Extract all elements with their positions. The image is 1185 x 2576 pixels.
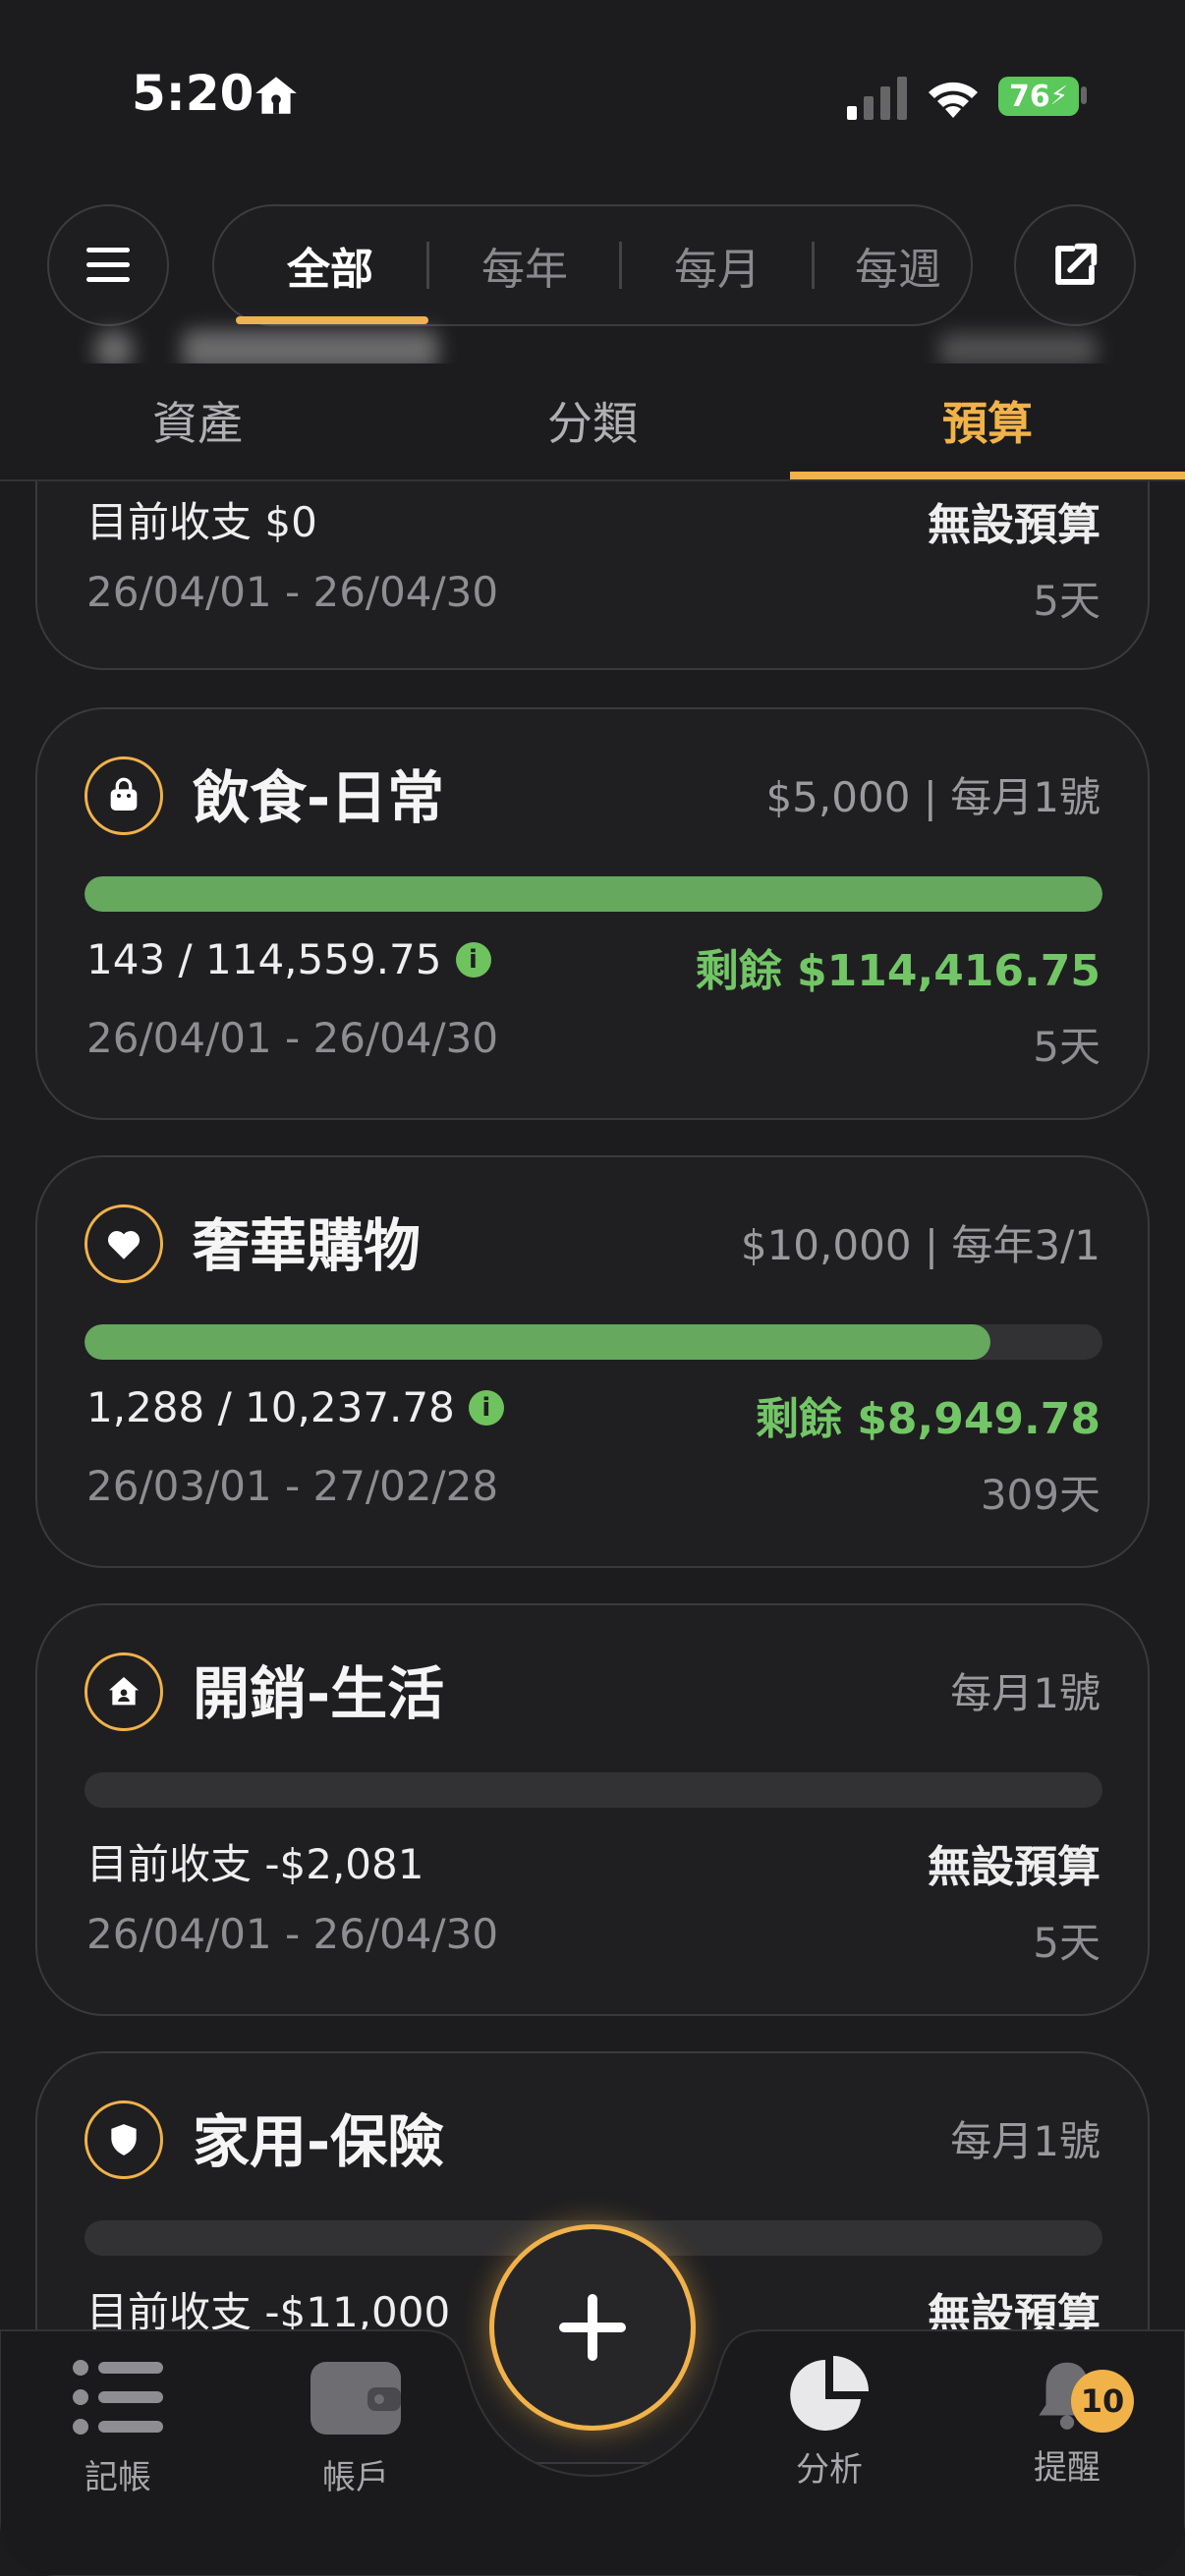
no-budget-label: 無設預算	[928, 1842, 1100, 1892]
nav-reminders-label: 提醒	[1034, 2448, 1100, 2488]
export-button[interactable]	[1014, 204, 1136, 326]
budget-date-range: 26/04/01 - 26/04/30	[86, 568, 499, 616]
budget-title: 家用-保險	[193, 2108, 445, 2175]
battery-level: 76	[1008, 79, 1050, 114]
budget-amount-row: 1,288 / 10,237.78 i	[86, 1383, 504, 1431]
nav-analysis[interactable]: 分析	[731, 2356, 928, 2554]
budget-remaining: 剩餘 $8,949.78	[755, 1394, 1100, 1444]
nav-ledger-label: 記帳	[85, 2458, 151, 2497]
no-budget-label: 無設預算	[928, 500, 1100, 550]
pie-chart-icon	[790, 2356, 869, 2431]
budget-amount: 目前收支 -$2,081	[86, 1840, 424, 1888]
nav-ledger[interactable]: 記帳	[20, 2358, 216, 2554]
menu-button[interactable]	[47, 204, 169, 326]
house-icon	[85, 1652, 163, 1731]
budget-remaining: 剩餘 $114,416.75	[695, 946, 1100, 996]
budget-progress-fill	[85, 1324, 991, 1360]
tab-assets[interactable]: 資產	[0, 364, 395, 477]
home-icon	[255, 77, 297, 114]
hamburger-icon	[86, 248, 130, 282]
period-tab-weekly[interactable]: 每週	[814, 206, 971, 324]
shopping-bag-icon	[85, 756, 163, 835]
battery-cap	[1081, 86, 1087, 104]
budget-date-range: 26/03/01 - 27/02/28	[86, 1462, 499, 1510]
nav-analysis-label: 分析	[796, 2450, 863, 2490]
budget-title: 開銷-生活	[193, 1660, 445, 1727]
budget-title: 奢華購物	[193, 1212, 422, 1279]
budget-days-left: 5天	[1033, 1919, 1100, 1967]
budget-date-range: 26/04/01 - 26/04/30	[86, 1014, 499, 1062]
budget-days-left: 5天	[1033, 1023, 1100, 1071]
nav-accounts[interactable]: 帳戶	[257, 2358, 454, 2554]
budget-date-range: 26/04/01 - 26/04/30	[86, 1910, 499, 1958]
budget-meta: 每月1號	[950, 2117, 1100, 2165]
share-icon	[1055, 243, 1098, 285]
wifi-icon	[929, 82, 978, 118]
budget-meta: 每月1號	[950, 1669, 1100, 1717]
wallet-icon	[310, 2362, 401, 2435]
budget-progress-bar	[85, 1772, 1102, 1808]
period-tab-indicator	[236, 316, 428, 324]
period-tab-yearly[interactable]: 每年	[428, 206, 621, 324]
budget-card-living[interactable]: 開銷-生活 每月1號 目前收支 -$2,081 無設預算 26/04/01 - …	[35, 1603, 1150, 2016]
budget-days-left: 309天	[980, 1471, 1100, 1519]
period-tab-monthly[interactable]: 每月	[621, 206, 814, 324]
period-tab-all[interactable]: 全部	[214, 206, 426, 324]
budget-meta: $5,000 | 每月1號	[765, 773, 1100, 821]
nav-reminders[interactable]: 提醒	[969, 2358, 1165, 2554]
plus-icon	[559, 2294, 626, 2361]
tab-categories[interactable]: 分類	[395, 364, 790, 477]
sub-tabs: 資產 分類 預算	[0, 364, 1185, 481]
budget-meta: $10,000 | 每年3/1	[740, 1221, 1100, 1269]
list-icon	[73, 2360, 163, 2435]
cellular-signal-icon	[847, 77, 907, 120]
budget-card-food[interactable]: 飲食-日常 $5,000 | 每月1號 143 / 114,559.75 i 剩…	[35, 707, 1150, 1120]
budget-progress-bar	[85, 876, 1102, 912]
sub-tab-indicator	[790, 472, 1185, 479]
status-time: 5:20	[132, 65, 254, 122]
reminder-count-badge: 10	[1071, 2370, 1134, 2433]
heart-icon	[85, 1204, 163, 1283]
budget-card-luxury[interactable]: 奢華購物 $10,000 | 每年3/1 1,288 / 10,237.78 i…	[35, 1155, 1150, 1568]
budget-amount: 143 / 114,559.75	[86, 935, 442, 983]
add-record-button[interactable]	[489, 2224, 696, 2431]
budget-title: 飲食-日常	[193, 764, 445, 831]
battery-indicator: 76 ⚡	[998, 77, 1079, 116]
nav-accounts-label: 帳戶	[322, 2458, 389, 2497]
budget-amount-row: 143 / 114,559.75 i	[86, 935, 491, 983]
budget-amount: 目前收支 $0	[86, 498, 317, 546]
period-segmented-control: 全部 每年 每月 每週	[212, 204, 973, 326]
budget-card[interactable]: 目前收支 $0 無設預算 26/04/01 - 26/04/30 5天	[35, 481, 1150, 670]
budget-progress-bar	[85, 1324, 1102, 1360]
budget-progress-fill	[85, 876, 1102, 912]
info-icon[interactable]: i	[468, 1389, 504, 1426]
budget-amount: 1,288 / 10,237.78	[86, 1383, 455, 1431]
budget-days-left: 5天	[1033, 577, 1100, 625]
screen: 5:20 76 ⚡ 全部 每年 每月 每週 資產 分類 預算 目前收支 $0 無…	[0, 0, 1185, 2576]
shield-icon	[85, 2100, 163, 2179]
status-bar: 5:20 76 ⚡	[0, 0, 1185, 196]
info-icon[interactable]: i	[455, 941, 491, 978]
tab-budget[interactable]: 預算	[790, 364, 1185, 477]
